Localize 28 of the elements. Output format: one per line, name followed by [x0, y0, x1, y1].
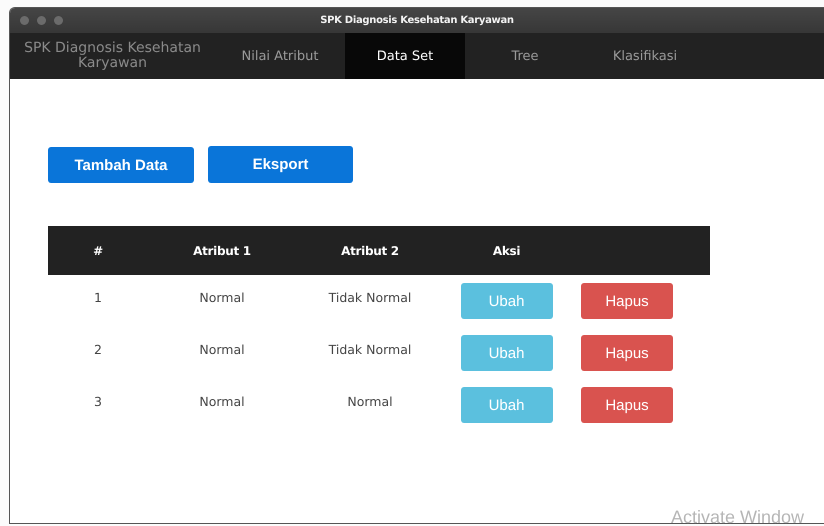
minimize-dot-icon[interactable]	[37, 16, 46, 25]
column-header: Atribut 1	[192, 244, 252, 258]
table-cell: Tidak Normal	[328, 342, 412, 356]
window-title: SPK Diagnosis Kesehatan Karyawan	[320, 15, 514, 26]
nav-tab[interactable]: Klasifikasi	[585, 33, 705, 79]
delete-button[interactable]: Hapus	[581, 335, 673, 371]
delete-button[interactable]: Hapus	[581, 283, 673, 319]
activation-notice: Activate Window	[671, 507, 804, 526]
column-header: Aksi	[492, 244, 522, 258]
delete-button[interactable]: Hapus	[581, 387, 673, 423]
column-header: #	[92, 244, 104, 258]
nav-tab[interactable]: Data Set	[345, 33, 465, 79]
close-dot-icon[interactable]	[20, 16, 29, 25]
nav-tab[interactable]: Nilai Atribut	[215, 33, 345, 79]
table-cell: Tidak Normal	[328, 290, 412, 304]
table-cell: 1	[94, 290, 102, 304]
table-cell: 2	[94, 342, 102, 356]
export-button[interactable]: Eksport	[208, 146, 353, 183]
table-cell: 3	[94, 394, 102, 408]
maximize-dot-icon[interactable]	[54, 16, 63, 25]
add-data-button[interactable]: Tambah Data	[48, 147, 194, 183]
table-cell: Normal	[199, 290, 245, 304]
table-cell: Normal	[347, 394, 393, 408]
table-cell: Normal	[199, 394, 245, 408]
nav-tab[interactable]: Tree	[465, 33, 585, 79]
column-header: Atribut 2	[340, 244, 400, 258]
brand-link[interactable]: SPK Diagnosis Kesehatan Karyawan	[10, 33, 215, 79]
table-cell: Normal	[199, 342, 245, 356]
